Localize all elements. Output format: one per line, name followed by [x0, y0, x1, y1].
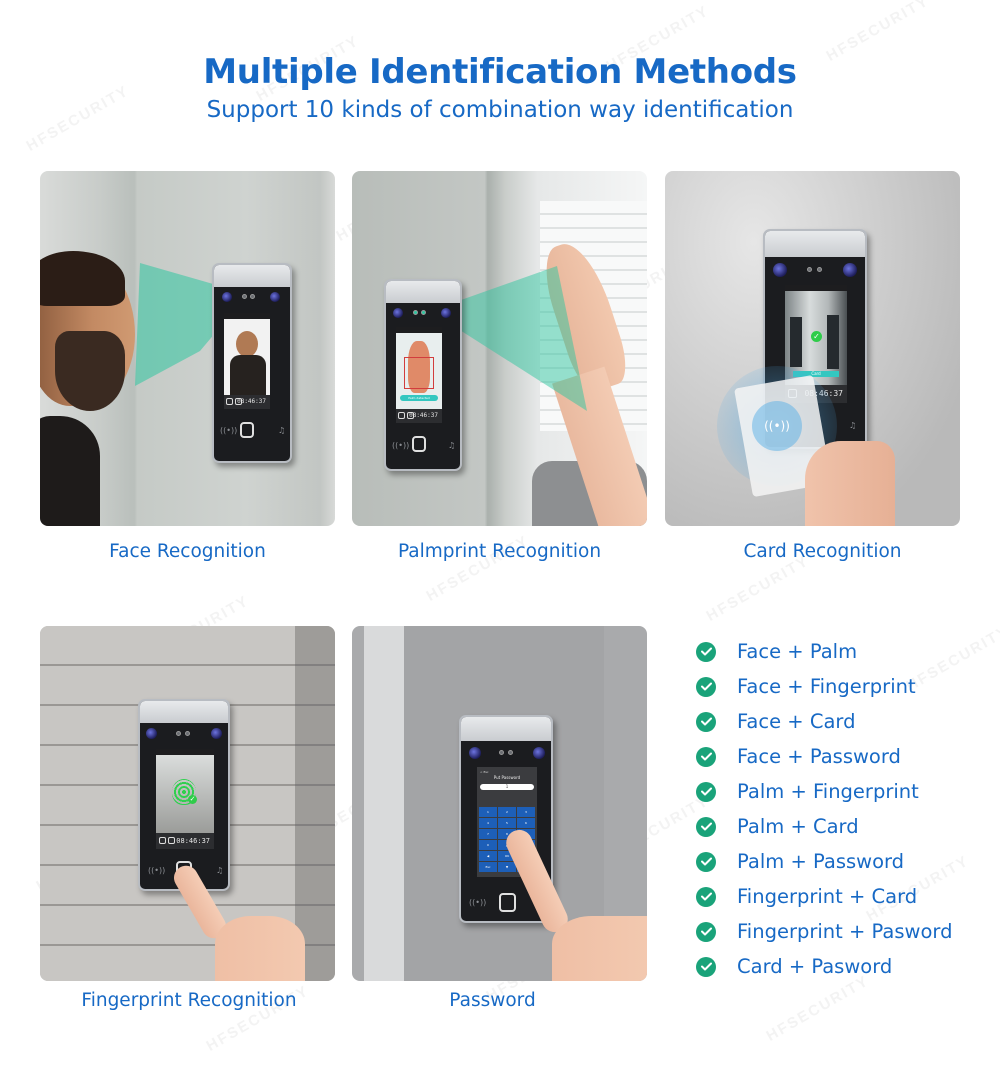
combination-label: Face + Palm [737, 640, 858, 663]
check-circle-icon [696, 816, 716, 837]
combination-label: Face + Fingerprint [737, 675, 916, 698]
combination-item: Card + Pasword [696, 949, 952, 984]
fingerprint-sensor [240, 422, 254, 438]
combination-item: Fingerprint + Card [696, 879, 952, 914]
caption-palmprint-recognition: Palmprint Recognition [397, 541, 602, 562]
fingerprint-sensor [499, 893, 516, 912]
screen-clock: 08:46:37 [409, 412, 438, 419]
palmprint-recognition-photo: Palm detected 08:46:37 ((•)) ♫ [352, 171, 647, 526]
keypad-key[interactable]: 5 [498, 818, 516, 828]
hand-holding-card [805, 441, 895, 526]
screen-door-left [790, 317, 802, 367]
check-circle-icon [696, 956, 716, 977]
combination-item: Fingerprint + Pasword [696, 914, 952, 949]
combination-label: Card + Pasword [737, 955, 893, 978]
password-photo: < Esc Put Password 1 1234567890▲Del◀OK▶E… [352, 626, 647, 981]
check-circle-icon [696, 676, 716, 697]
screen-success-check: ✓ [811, 331, 822, 342]
combination-item: Palm + Password [696, 844, 952, 879]
keypad-key[interactable]: Esc [479, 862, 497, 872]
screen-clock: 08:46:37 [237, 398, 266, 405]
combination-item: Face + Palm [696, 634, 952, 669]
check-circle-icon [696, 641, 716, 662]
hand [215, 916, 305, 981]
hand [552, 916, 647, 981]
check-circle-icon [696, 711, 716, 732]
fingerprint-recognition-photo: ✓ 08:46:37 ((•)) ♫ [40, 626, 335, 981]
caption-fingerprint-recognition: Fingerprint Recognition [81, 990, 297, 1011]
caption-card-recognition: Card Recognition [743, 541, 902, 562]
password-input[interactable]: 1 [480, 784, 534, 790]
face-recognition-photo: 08:46:37 ((•)) ♫ [40, 171, 335, 526]
keypad-key[interactable]: 2 [498, 807, 516, 817]
combination-item: Palm + Card [696, 809, 952, 844]
back-button[interactable]: < Esc [480, 770, 489, 774]
keypad-key[interactable]: 3 [517, 807, 535, 817]
combination-item: Face + Fingerprint [696, 669, 952, 704]
keypad-key[interactable]: 7 [479, 829, 497, 839]
keypad-key[interactable]: 6 [517, 818, 535, 828]
keypad-key[interactable]: ▼ [498, 862, 516, 872]
combination-label: Palm + Fingerprint [737, 780, 919, 803]
check-circle-icon [696, 781, 716, 802]
nfc-wave-inner: ((•)) [752, 401, 802, 451]
caption-face-recognition: Face Recognition [109, 541, 266, 562]
wall-strip [364, 626, 404, 981]
page-title: Multiple Identification Methods [203, 52, 797, 92]
check-circle-icon [696, 746, 716, 767]
keypad-key[interactable]: 4 [479, 818, 497, 828]
screen-door-right [827, 315, 839, 369]
watermark-text: HFSECURITY [703, 552, 813, 625]
combination-label: Fingerprint + Card [737, 885, 918, 908]
caption-password: Password [449, 990, 536, 1011]
screen-palm-frame [404, 357, 434, 389]
check-circle-icon [696, 886, 716, 907]
card-recognition-photo: ✓ Card 08:46:37 ♫ ((•)) [665, 171, 960, 526]
combination-item: Palm + Fingerprint [696, 774, 952, 809]
palmprint-device: Palm detected 08:46:37 ((•)) ♫ [384, 279, 462, 471]
screen-body [230, 355, 266, 395]
keypad-key[interactable]: ◀ [479, 851, 497, 861]
screen-clock: 08:46:37 [176, 837, 210, 845]
fingerprint-device: ✓ 08:46:37 ((•)) ♫ [138, 699, 230, 891]
combination-label: Face + Password [737, 745, 901, 768]
combination-item: Face + Card [696, 704, 952, 739]
screen-face-profile [236, 331, 258, 357]
combination-list: Face + Palm Face + Fingerprint Face + Card… [696, 634, 952, 984]
check-circle-icon [696, 851, 716, 872]
screen-success-check: ✓ [188, 795, 197, 804]
screen-banner: Palm detected [400, 395, 438, 401]
page-subtitle: Support 10 kinds of combination way iden… [206, 97, 794, 123]
password-prompt: Put Password [493, 775, 521, 780]
combination-item: Face + Password [696, 739, 952, 774]
fingerprint-sensor [412, 436, 426, 452]
combination-label: Palm + Password [737, 850, 905, 873]
wall-corner [295, 626, 335, 981]
keypad-key[interactable]: 1 [479, 807, 497, 817]
combination-label: Fingerprint + Pasword [737, 920, 953, 943]
combination-label: Palm + Card [737, 815, 859, 838]
keypad-key[interactable]: 0 [479, 840, 497, 850]
face-device: 08:46:37 ((•)) ♫ [212, 263, 292, 463]
combination-label: Face + Card [737, 710, 856, 733]
check-circle-icon [696, 921, 716, 942]
